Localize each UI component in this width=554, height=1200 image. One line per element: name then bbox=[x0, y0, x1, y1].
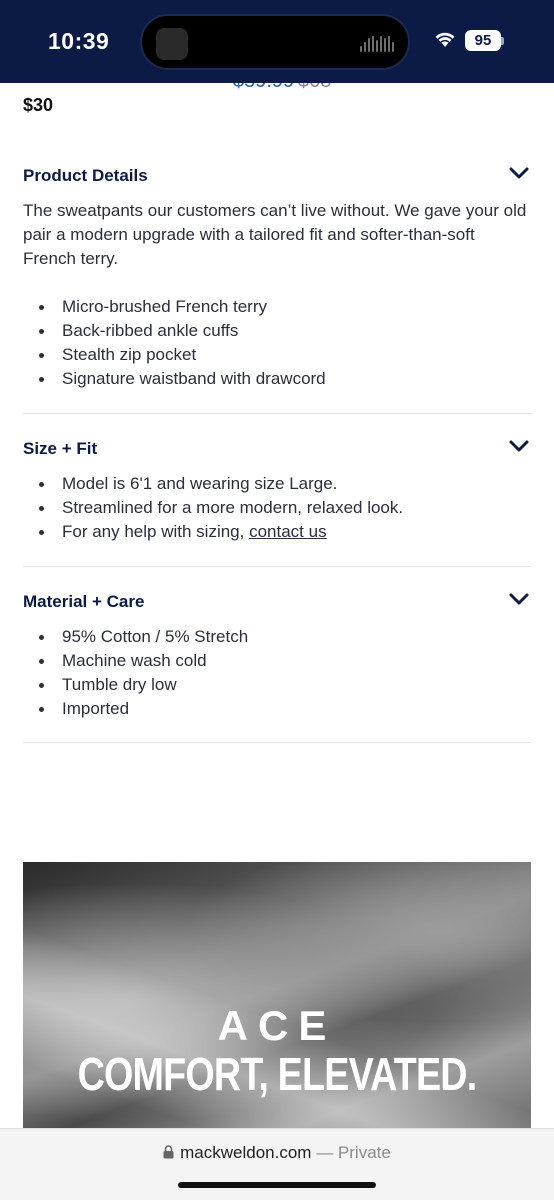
list-item: For any help with sizing, contact us bbox=[23, 520, 403, 544]
chevron-down-icon[interactable] bbox=[509, 167, 529, 181]
app-icon bbox=[156, 28, 188, 60]
url-domain: mackweldon.com bbox=[180, 1143, 312, 1162]
home-indicator[interactable] bbox=[178, 1182, 376, 1188]
banner-brand: ACE bbox=[217, 1002, 337, 1049]
list-item: Signature waistband with drawcord bbox=[23, 367, 326, 391]
product-details-toggle[interactable]: Product Details bbox=[23, 166, 148, 186]
promo-banner[interactable]: ACE COMFORT, ELEVATED. bbox=[23, 862, 531, 1132]
list-item: 95% Cotton / 5% Stretch bbox=[23, 625, 248, 649]
list-item: Micro-brushed French terry bbox=[23, 295, 326, 319]
material-care-list: 95% Cotton / 5% Stretch Machine wash col… bbox=[23, 625, 248, 721]
contact-us-link[interactable]: contact us bbox=[249, 522, 327, 541]
product-description: The sweatpants our customers can’t live … bbox=[23, 201, 527, 268]
banner-tagline: COMFORT, ELEVATED. bbox=[77, 1048, 478, 1100]
size-fit-section: Size + Fit Model is 6'1 and wearing size… bbox=[23, 414, 531, 567]
list-item: Back-ribbed ankle cuffs bbox=[23, 319, 326, 343]
battery-nub bbox=[501, 37, 504, 45]
sizing-help-text: For any help with sizing, bbox=[62, 522, 250, 541]
list-item: Imported bbox=[23, 697, 248, 721]
size-fit-toggle[interactable]: Size + Fit bbox=[23, 439, 97, 459]
status-bar: 10:39 95 bbox=[0, 0, 554, 83]
list-item: Streamlined for a more modern, relaxed l… bbox=[23, 496, 403, 520]
private-label: — Private bbox=[316, 1143, 391, 1162]
dynamic-island bbox=[140, 14, 410, 70]
list-item: Stealth zip pocket bbox=[23, 343, 326, 367]
wifi-icon bbox=[435, 32, 455, 47]
product-details-section: Product Details The sweatpants our custo… bbox=[23, 150, 531, 414]
status-time: 10:39 bbox=[48, 28, 110, 54]
product-details-list: Micro-brushed French terry Back-ribbed a… bbox=[23, 295, 326, 391]
browser-address-bar[interactable]: mackweldon.com — Private bbox=[0, 1128, 554, 1200]
chevron-down-icon[interactable] bbox=[509, 440, 529, 454]
list-item: Model is 6'1 and wearing size Large. bbox=[23, 472, 403, 496]
lock-icon bbox=[163, 1145, 174, 1159]
current-price: $30 bbox=[23, 95, 54, 115]
material-care-toggle[interactable]: Material + Care bbox=[23, 592, 144, 612]
list-item: Tumble dry low bbox=[23, 673, 248, 697]
list-item: Machine wash cold bbox=[23, 649, 248, 673]
battery-indicator: 95 bbox=[465, 30, 501, 51]
url-row[interactable]: mackweldon.com — Private bbox=[0, 1143, 554, 1163]
chevron-down-icon[interactable] bbox=[509, 593, 529, 607]
audio-waveform-icon bbox=[360, 36, 394, 52]
size-fit-list: Model is 6'1 and wearing size Large. Str… bbox=[23, 472, 403, 544]
material-care-section: Material + Care 95% Cotton / 5% Stretch … bbox=[23, 567, 531, 743]
